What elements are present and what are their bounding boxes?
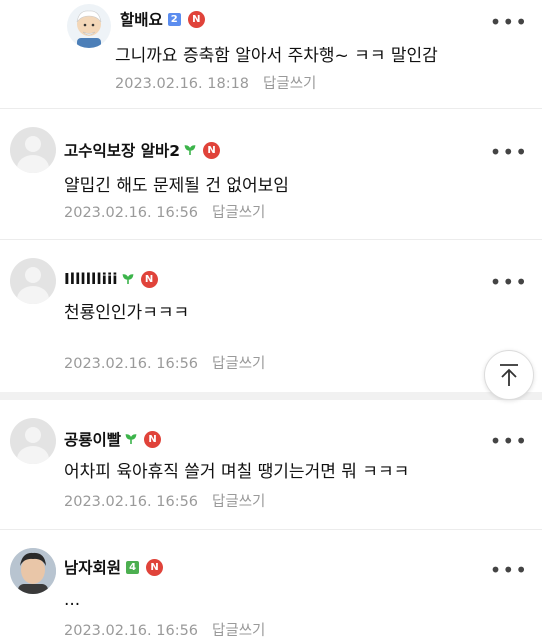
avatar[interactable]: [10, 258, 56, 304]
reply-button[interactable]: 답글쓰기: [263, 76, 316, 92]
more-dots-icon[interactable]: •••: [490, 142, 528, 162]
comment-meta: 2023.02.16. 16:56 답글쓰기: [64, 490, 265, 511]
grade-badge: 4: [126, 560, 140, 574]
avatar[interactable]: [10, 127, 56, 173]
more-dots-icon[interactable]: •••: [490, 560, 528, 580]
arrow-up-to-line-icon: [500, 364, 518, 386]
more-dots-icon[interactable]: •••: [490, 12, 528, 32]
comment-text: 얄밉긴 해도 문제될 건 없어보임: [64, 176, 289, 196]
n-badge-icon: N: [140, 270, 158, 288]
n-badge-icon: N: [146, 558, 164, 576]
comment-text: 어차피 육아휴직 쓸거 며칠 땡기는거면 뭐 ㅋㅋㅋ: [64, 462, 410, 482]
comment-text: ...: [64, 590, 81, 610]
reply-button[interactable]: 답글쓰기: [212, 205, 265, 221]
divider: [0, 392, 542, 400]
n-badge-icon: N: [187, 10, 205, 28]
divider: [0, 239, 542, 240]
avatar[interactable]: [67, 4, 111, 48]
comment-meta: 2023.02.16. 16:56 답글쓰기: [64, 352, 265, 373]
scroll-top-button[interactable]: [484, 350, 534, 400]
nickname[interactable]: 할배요: [120, 8, 163, 30]
more-dots-icon[interactable]: •••: [490, 272, 528, 292]
sprout-icon: [122, 274, 134, 284]
avatar[interactable]: [10, 418, 56, 464]
nickname[interactable]: 고수익보장 알바2: [64, 139, 180, 161]
more-dots-icon[interactable]: •••: [490, 431, 528, 451]
comment-meta: 2023.02.16. 16:56 답글쓰기: [64, 619, 265, 640]
sprout-icon: [125, 434, 137, 444]
grade-badge: 2: [167, 12, 181, 26]
reply-button[interactable]: 답글쓰기: [212, 623, 265, 639]
n-badge-icon: N: [144, 430, 162, 448]
n-badge-icon: N: [203, 141, 221, 159]
reply-button[interactable]: 답글쓰기: [212, 494, 265, 510]
comment-time: 2023.02.16. 16:56: [64, 205, 199, 221]
nickname[interactable]: 공룡이빨: [64, 428, 121, 450]
comment-time: 2023.02.16. 16:56: [64, 494, 199, 510]
nickname[interactable]: Illlllliii: [64, 270, 118, 288]
divider: [0, 108, 542, 109]
nickname[interactable]: 남자회원: [64, 556, 121, 578]
comment-text: 그니까요 증축함 알아서 주차행~ ㅋㅋ 말인감: [115, 46, 438, 66]
comment-text: 천룡인인가ㅋㅋㅋ: [64, 303, 190, 323]
comment-meta: 2023.02.16. 18:18 답글쓰기: [115, 72, 316, 93]
divider: [0, 529, 542, 530]
avatar[interactable]: [10, 548, 56, 594]
comment-time: 2023.02.16. 16:56: [64, 356, 199, 372]
comment-time: 2023.02.16. 16:56: [64, 623, 199, 639]
sprout-icon: [184, 145, 196, 155]
comment-time: 2023.02.16. 18:18: [115, 76, 250, 92]
reply-button[interactable]: 답글쓰기: [212, 356, 265, 372]
comment-meta: 2023.02.16. 16:56 답글쓰기: [64, 201, 265, 222]
